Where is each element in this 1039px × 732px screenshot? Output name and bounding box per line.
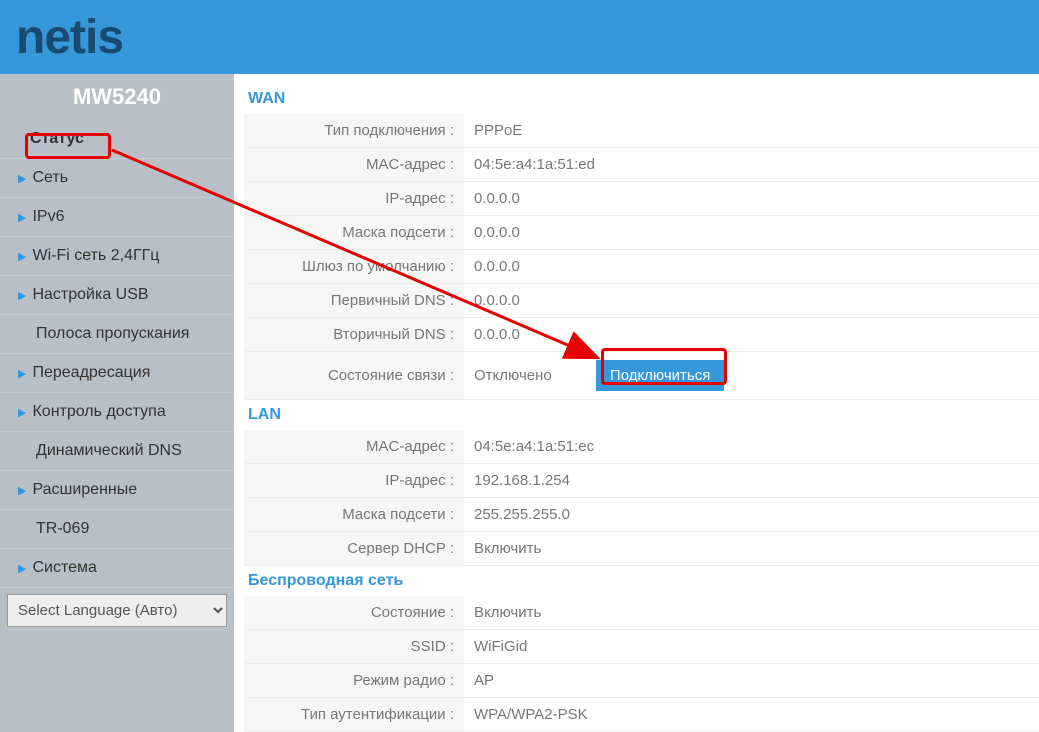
sidebar-item-wifi24[interactable]: ▶ Wi-Fi сеть 2,4ГГц: [0, 237, 234, 276]
wan-section-title: WAN: [244, 84, 1039, 114]
table-row: Маска подсети :0.0.0.0: [244, 216, 1039, 250]
table-row: Состояние :Включить: [244, 596, 1039, 630]
sidebar-item-usb[interactable]: ▶ Настройка USB: [0, 276, 234, 315]
wireless-section-title: Беспроводная сеть: [244, 566, 1039, 596]
sidebar-item-label: IPv6: [32, 208, 64, 226]
header: netis: [0, 0, 1039, 74]
main-content: WAN Тип подключения :PPPoE MAC-адрес :04…: [234, 74, 1039, 732]
connect-button[interactable]: Подключиться: [596, 360, 724, 391]
table-row: Тип аутентификации :WPA/WPA2-PSK: [244, 698, 1039, 732]
row-value: 0.0.0.0: [464, 284, 1039, 318]
sidebar-item-ipv6[interactable]: ▶ IPv6: [0, 198, 234, 237]
sidebar-item-network[interactable]: ▶ Сеть: [0, 159, 234, 198]
table-row: SSID :WiFiGid: [244, 630, 1039, 664]
row-value: Включить: [464, 596, 1039, 630]
row-value: Включить: [464, 532, 1039, 566]
chevron-right-icon: ▶: [18, 406, 26, 419]
sidebar-item-label: Переадресация: [32, 364, 150, 382]
row-label: Тип аутентификации :: [244, 698, 464, 732]
sidebar-item-label: Сеть: [32, 169, 68, 187]
sidebar: MW5240 Статус ▶ Сеть ▶ IPv6 ▶ Wi-Fi сеть…: [0, 74, 234, 732]
sidebar-item-label: Контроль доступа: [32, 403, 165, 421]
sidebar-item-label: Расширенные: [32, 481, 137, 499]
row-label: Состояние :: [244, 596, 464, 630]
sidebar-item-label: Полоса пропускания: [36, 325, 189, 343]
table-row: Тип подключения :PPPoE: [244, 114, 1039, 148]
table-row: Режим радио :AP: [244, 664, 1039, 698]
table-row: Шлюз по умолчанию :0.0.0.0: [244, 250, 1039, 284]
sidebar-item-status[interactable]: Статус: [0, 120, 234, 159]
language-select[interactable]: Select Language (Авто): [7, 594, 227, 627]
sidebar-item-label: Динамический DNS: [36, 442, 182, 460]
table-row: Состояние связи : Отключено Подключиться: [244, 352, 1039, 400]
row-label: IP-адрес :: [244, 464, 464, 498]
row-label: Сервер DHCP :: [244, 532, 464, 566]
sidebar-item-bandwidth[interactable]: Полоса пропускания: [0, 315, 234, 354]
row-value: 04:5e:a4:1a:51:ec: [464, 430, 1039, 464]
chevron-right-icon: ▶: [18, 250, 26, 263]
row-value: 04:5e:a4:1a:51:ed: [464, 148, 1039, 182]
sidebar-item-advanced[interactable]: ▶ Расширенные: [0, 471, 234, 510]
row-label: MAC-адрес :: [244, 430, 464, 464]
brand-logo: netis: [16, 10, 123, 65]
sidebar-item-system[interactable]: ▶ Система: [0, 549, 234, 588]
sidebar-item-forwarding[interactable]: ▶ Переадресация: [0, 354, 234, 393]
sidebar-item-label: Настройка USB: [32, 286, 148, 304]
table-row: Маска подсети :255.255.255.0: [244, 498, 1039, 532]
connection-status: Отключено: [474, 367, 552, 384]
sidebar-item-label: Статус: [30, 130, 84, 148]
chevron-right-icon: ▶: [18, 289, 26, 302]
row-label: Маска подсети :: [244, 498, 464, 532]
lan-section-title: LAN: [244, 400, 1039, 430]
sidebar-item-access[interactable]: ▶ Контроль доступа: [0, 393, 234, 432]
row-value: 192.168.1.254: [464, 464, 1039, 498]
model-title: MW5240: [0, 74, 234, 120]
table-row: IP-адрес :0.0.0.0: [244, 182, 1039, 216]
row-value: 0.0.0.0: [464, 250, 1039, 284]
row-label: Вторичный DNS :: [244, 318, 464, 352]
row-value: 0.0.0.0: [464, 182, 1039, 216]
sidebar-item-label: TR-069: [36, 520, 89, 538]
row-label: Состояние связи :: [244, 352, 464, 400]
chevron-right-icon: ▶: [18, 211, 26, 224]
row-label: Тип подключения :: [244, 114, 464, 148]
chevron-right-icon: ▶: [18, 562, 26, 575]
connection-status-cell: Отключено Подключиться: [464, 352, 1039, 400]
row-value: PPPoE: [464, 114, 1039, 148]
sidebar-item-ddns[interactable]: Динамический DNS: [0, 432, 234, 471]
table-row: Вторичный DNS :0.0.0.0: [244, 318, 1039, 352]
sidebar-item-label: Wi-Fi сеть 2,4ГГц: [32, 247, 159, 265]
row-label: SSID :: [244, 630, 464, 664]
row-label: Шлюз по умолчанию :: [244, 250, 464, 284]
row-label: Первичный DNS :: [244, 284, 464, 318]
sidebar-item-tr069[interactable]: TR-069: [0, 510, 234, 549]
chevron-right-icon: ▶: [18, 367, 26, 380]
row-value: 0.0.0.0: [464, 216, 1039, 250]
row-label: IP-адрес :: [244, 182, 464, 216]
table-row: Сервер DHCP :Включить: [244, 532, 1039, 566]
table-row: MAC-адрес :04:5e:a4:1a:51:ed: [244, 148, 1039, 182]
chevron-right-icon: ▶: [18, 172, 26, 185]
row-label: Маска подсети :: [244, 216, 464, 250]
chevron-right-icon: ▶: [18, 484, 26, 497]
row-value: AP: [464, 664, 1039, 698]
row-label: Режим радио :: [244, 664, 464, 698]
sidebar-item-label: Система: [32, 559, 96, 577]
row-value: 0.0.0.0: [464, 318, 1039, 352]
table-row: Первичный DNS :0.0.0.0: [244, 284, 1039, 318]
wireless-table: Состояние :Включить SSID :WiFiGid Режим …: [244, 596, 1039, 732]
row-value: 255.255.255.0: [464, 498, 1039, 532]
lan-table: MAC-адрес :04:5e:a4:1a:51:ec IP-адрес :1…: [244, 430, 1039, 566]
table-row: MAC-адрес :04:5e:a4:1a:51:ec: [244, 430, 1039, 464]
row-label: MAC-адрес :: [244, 148, 464, 182]
row-value: WiFiGid: [464, 630, 1039, 664]
table-row: IP-адрес :192.168.1.254: [244, 464, 1039, 498]
wan-table: Тип подключения :PPPoE MAC-адрес :04:5e:…: [244, 114, 1039, 400]
row-value: WPA/WPA2-PSK: [464, 698, 1039, 732]
